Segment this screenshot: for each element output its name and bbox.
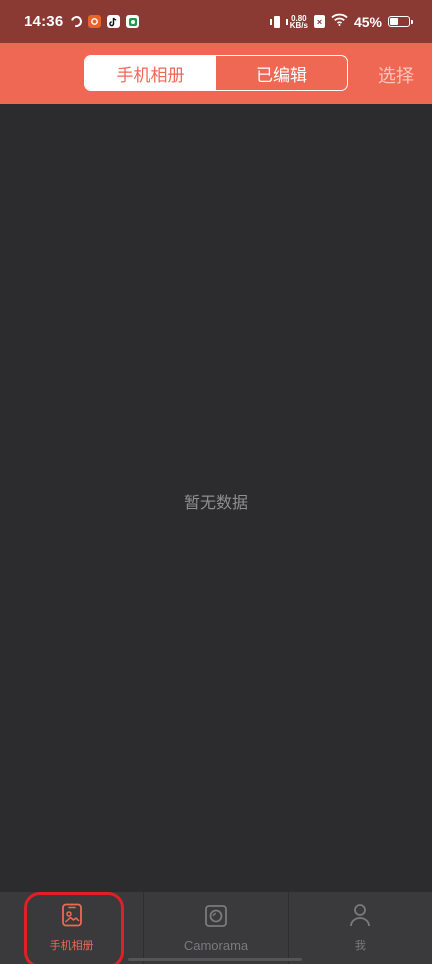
nav-item-camorama[interactable]: Camorama [143,892,287,964]
orbit-icon [69,13,85,30]
camera-icon [204,904,228,932]
nav-label-camorama: Camorama [183,937,249,953]
phone-gallery-icon [61,903,83,931]
bottom-nav: 手机相册 Camorama 我 [0,892,432,964]
status-bar: 14:36 0.80 KB/s × 45% [0,0,432,43]
screen: 14:36 0.80 KB/s × 45% 手机相册 已编辑 选择 暂无数据 手… [0,0,432,964]
nav-label-phone-album: 手机相册 [49,939,94,952]
select-button[interactable]: 选择 [378,62,414,88]
album-content: 暂无数据 [0,104,432,892]
app-badge-icon [88,15,102,28]
nav-item-me[interactable]: 我 [287,892,432,964]
status-time: 14:36 [24,13,64,30]
battery-level [390,18,399,25]
tab-edited[interactable]: 已编辑 [216,56,347,90]
battery-percent: 45% [353,13,382,30]
status-left: 14:36 [24,13,140,30]
tiktok-icon [107,15,121,28]
header: 手机相册 已编辑 选择 [0,43,432,104]
net-speed-unit: KB/s [289,20,308,30]
album-segmented-control: 手机相册 已编辑 [84,55,348,91]
battery-icon [388,16,413,27]
empty-state-text: 暂无数据 [183,493,248,512]
tab-phone-album[interactable]: 手机相册 [85,56,216,90]
vibrate-icon [269,15,288,28]
network-speed: 0.80 KB/s [289,14,308,30]
no-sim-icon: × [313,15,325,28]
wifi-icon [331,13,348,31]
nav-item-phone-album[interactable]: 手机相册 [0,892,143,964]
status-right: 0.80 KB/s × 45% [269,13,413,31]
green-app-icon [126,15,140,28]
nav-label-me: 我 [354,939,366,952]
person-icon [349,903,371,931]
home-indicator [128,958,302,961]
